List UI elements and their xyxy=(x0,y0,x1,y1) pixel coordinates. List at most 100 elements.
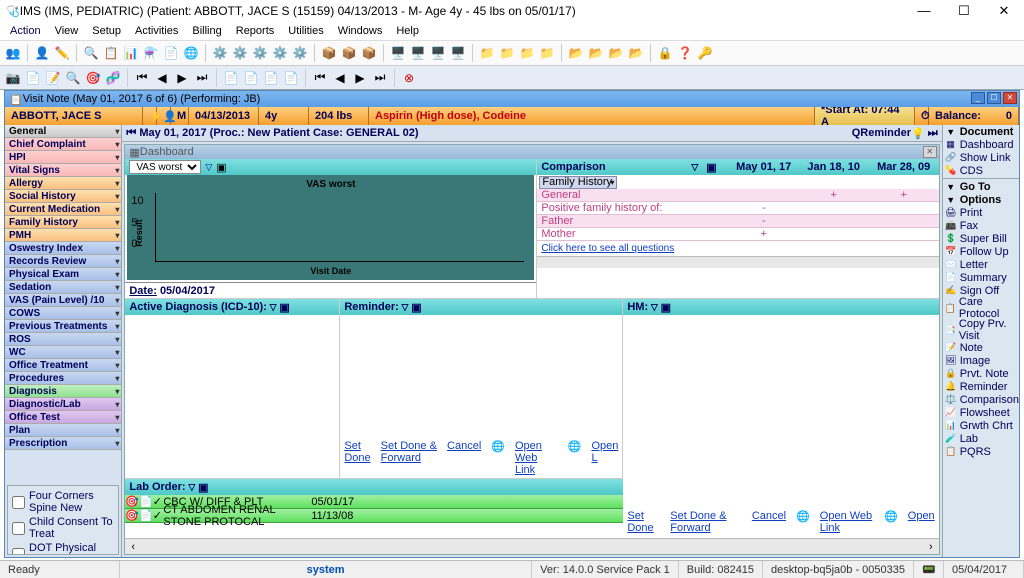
r-image[interactable]: 🖼Image xyxy=(943,354,1019,367)
tb-icon[interactable]: 📂 xyxy=(627,44,645,62)
scroll-right-icon[interactable]: › xyxy=(923,539,939,555)
tb-icon[interactable]: ❓ xyxy=(676,44,694,62)
dropdown-icon[interactable]: ▽ xyxy=(205,162,212,173)
r-reminder[interactable]: 🔔Reminder xyxy=(943,380,1019,393)
nav-next-icon[interactable]: ▶ xyxy=(351,69,369,87)
nav-item[interactable]: Family History▾ xyxy=(5,216,121,229)
open-web-link[interactable]: Open Web Link xyxy=(820,510,874,534)
tb2-icon[interactable]: 📄 xyxy=(24,69,42,87)
tb-icon[interactable]: 📁 xyxy=(538,44,556,62)
nav-item[interactable]: Sedation▾ xyxy=(5,281,121,294)
tb-icon[interactable]: 📁 xyxy=(518,44,536,62)
tb-icon[interactable]: 📁 xyxy=(498,44,516,62)
nav-item[interactable]: Physical Exam▾ xyxy=(5,268,121,281)
r-note[interactable]: 📝Note xyxy=(943,341,1019,354)
h-scrollbar[interactable]: ‹ › xyxy=(125,538,938,554)
nav-item[interactable]: Current Medication▾ xyxy=(5,203,121,216)
nav-last-icon[interactable]: ⏭ xyxy=(193,69,211,87)
nav-first-icon[interactable]: ⏮ xyxy=(133,69,151,87)
nav-prev-icon[interactable]: ◀ xyxy=(153,69,171,87)
r-summary[interactable]: 📄Summary xyxy=(943,271,1019,284)
btn-icon[interactable]: 👤 xyxy=(157,107,171,125)
r-document[interactable]: ▼Document xyxy=(943,125,1019,138)
nav-icon[interactable]: ⏭ xyxy=(928,127,938,140)
tb-icon[interactable]: ⚙️ xyxy=(231,44,249,62)
r-print[interactable]: 🖨Print xyxy=(943,206,1019,219)
tb-icon[interactable]: 🔑 xyxy=(696,44,714,62)
tb-icon[interactable]: 📦 xyxy=(360,44,378,62)
tb-icon[interactable]: 📦 xyxy=(340,44,358,62)
r-letter[interactable]: ✉️Letter xyxy=(943,258,1019,271)
set-done-forward-link[interactable]: Set Done & Forward xyxy=(381,440,437,476)
tb-icon[interactable]: 🖥️ xyxy=(429,44,447,62)
tb-icon[interactable]: 📂 xyxy=(587,44,605,62)
tb-icon[interactable]: ✏️ xyxy=(53,44,71,62)
tb2-icon[interactable]: 🔍 xyxy=(64,69,82,87)
view-icon[interactable]: ▣ xyxy=(279,301,289,314)
nav-item[interactable]: HPI▾ xyxy=(5,151,121,164)
tb-icon[interactable]: 📂 xyxy=(567,44,585,62)
open-web-link[interactable]: Open Web Link xyxy=(515,440,558,476)
tb-icon[interactable]: 🖥️ xyxy=(449,44,467,62)
tb2-icon[interactable]: 📷 xyxy=(4,69,22,87)
tb-icon[interactable]: 🔒 xyxy=(656,44,674,62)
r-lab[interactable]: 🧪Lab xyxy=(943,432,1019,445)
set-done-forward-link[interactable]: Set Done & Forward xyxy=(670,510,742,534)
nav-item[interactable]: VAS (Pain Level) /10▾ xyxy=(5,294,121,307)
r-flowsheet[interactable]: 📈Flowsheet xyxy=(943,406,1019,419)
r-options[interactable]: ▼Options xyxy=(943,193,1019,206)
tb2-icon[interactable]: 📄 xyxy=(282,69,300,87)
dropdown-icon[interactable]: ▽ xyxy=(687,162,702,173)
tb-icon[interactable]: 🖥️ xyxy=(409,44,427,62)
nav-item[interactable]: Oswestry Index▾ xyxy=(5,242,121,255)
see-all-link[interactable]: Click here to see all questions xyxy=(537,241,938,256)
r-superbill[interactable]: 💲Super Bill xyxy=(943,232,1019,245)
r-goto[interactable]: ▼Go To xyxy=(943,180,1019,193)
dropdown-icon[interactable]: ▽ xyxy=(651,302,658,313)
view-icon[interactable]: ▣ xyxy=(661,301,671,314)
tb-icon[interactable]: 📦 xyxy=(320,44,338,62)
r-dashboard[interactable]: ▦Dashboard xyxy=(943,138,1019,151)
cancel-link[interactable]: Cancel xyxy=(447,440,481,476)
lab-order-row[interactable]: 🎯📄✓CT ABDOMEN RENAL STONE PROTOCAL11/13/… xyxy=(125,509,623,523)
inner-min-button[interactable]: _ xyxy=(971,92,985,104)
tb-icon[interactable]: 📁 xyxy=(478,44,496,62)
view-icon[interactable]: ▣ xyxy=(702,161,720,174)
menu-action[interactable]: Action xyxy=(10,25,41,37)
menu-view[interactable]: View xyxy=(55,25,79,37)
r-pqrs[interactable]: 📋PQRS xyxy=(943,445,1019,458)
r-prvt-note[interactable]: 🔒Prvt. Note xyxy=(943,367,1019,380)
nav-item[interactable]: WC▾ xyxy=(5,346,121,359)
nav-item[interactable]: Chief Complaint▾ xyxy=(5,138,121,151)
qreminder-link[interactable]: QReminder xyxy=(852,127,911,139)
form-checkbox[interactable]: Child Consent To Treat xyxy=(12,516,114,540)
tb2-icon[interactable]: 📄 xyxy=(262,69,280,87)
open-link[interactable]: Open L xyxy=(591,440,618,476)
r-show-link[interactable]: 🔗Show Link xyxy=(943,151,1019,164)
inner-max-button[interactable]: ☐ xyxy=(987,92,1001,104)
nav-item[interactable]: Procedures▾ xyxy=(5,372,121,385)
nav-first-icon[interactable]: ⏮ xyxy=(311,69,329,87)
view-icon[interactable]: ▣ xyxy=(411,301,421,314)
view-icon[interactable]: ▣ xyxy=(216,161,226,174)
menu-billing[interactable]: Billing xyxy=(192,25,221,37)
nav-item[interactable]: Records Review▾ xyxy=(5,255,121,268)
reminder-icon[interactable]: 💡 xyxy=(911,127,925,140)
h-scrollbar[interactable] xyxy=(537,256,938,268)
close-button[interactable]: ✕ xyxy=(984,0,1024,22)
form-checkbox[interactable]: Four Corners Spine New xyxy=(12,490,114,514)
nav-item[interactable]: General▾ xyxy=(5,125,121,138)
scroll-left-icon[interactable]: ‹ xyxy=(125,539,141,555)
tb-icon[interactable]: 📄 xyxy=(162,44,180,62)
nav-item[interactable]: PMH▾ xyxy=(5,229,121,242)
nav-next-icon[interactable]: ▶ xyxy=(173,69,191,87)
minimize-button[interactable]: — xyxy=(904,0,944,22)
nav-item[interactable]: Diagnostic/Lab▾ xyxy=(5,398,121,411)
dropdown-icon[interactable]: ▽ xyxy=(270,302,277,313)
menu-reports[interactable]: Reports xyxy=(236,25,275,37)
set-done-link[interactable]: Set Done xyxy=(344,440,370,476)
menu-setup[interactable]: Setup xyxy=(92,25,121,37)
close-panel-icon[interactable]: ⊗ xyxy=(400,69,418,87)
nav-item[interactable]: Vital Signs▾ xyxy=(5,164,121,177)
nav-prev-icon[interactable]: ◀ xyxy=(331,69,349,87)
